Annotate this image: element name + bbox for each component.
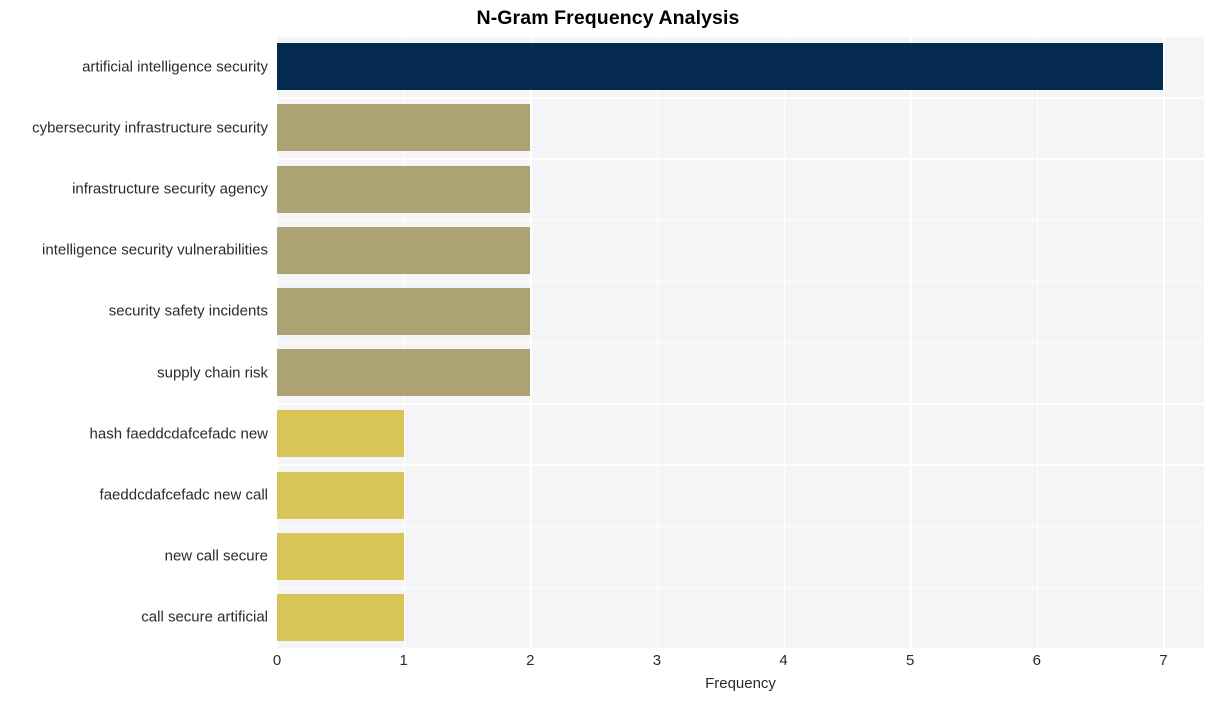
x-axis-tick-label: 4 [779,652,788,669]
x-axis-tick-label: 3 [652,652,662,669]
x-axis-tick-label: 2 [526,652,535,669]
x-axis-tick-label: 5 [906,652,915,669]
x-axis-tick-label: 0 [272,652,282,669]
x-axis-tick-labels: 0 1 2 3 4 5 6 7 [0,0,1216,701]
x-axis-tick-label: 1 [399,652,408,669]
x-axis-label: Frequency [705,675,776,692]
chart-figure: N-Gram Frequency Analysis artificial int… [0,0,1216,701]
x-axis-tick-label: 6 [1032,652,1041,669]
x-axis-tick-label: 7 [1159,652,1168,669]
